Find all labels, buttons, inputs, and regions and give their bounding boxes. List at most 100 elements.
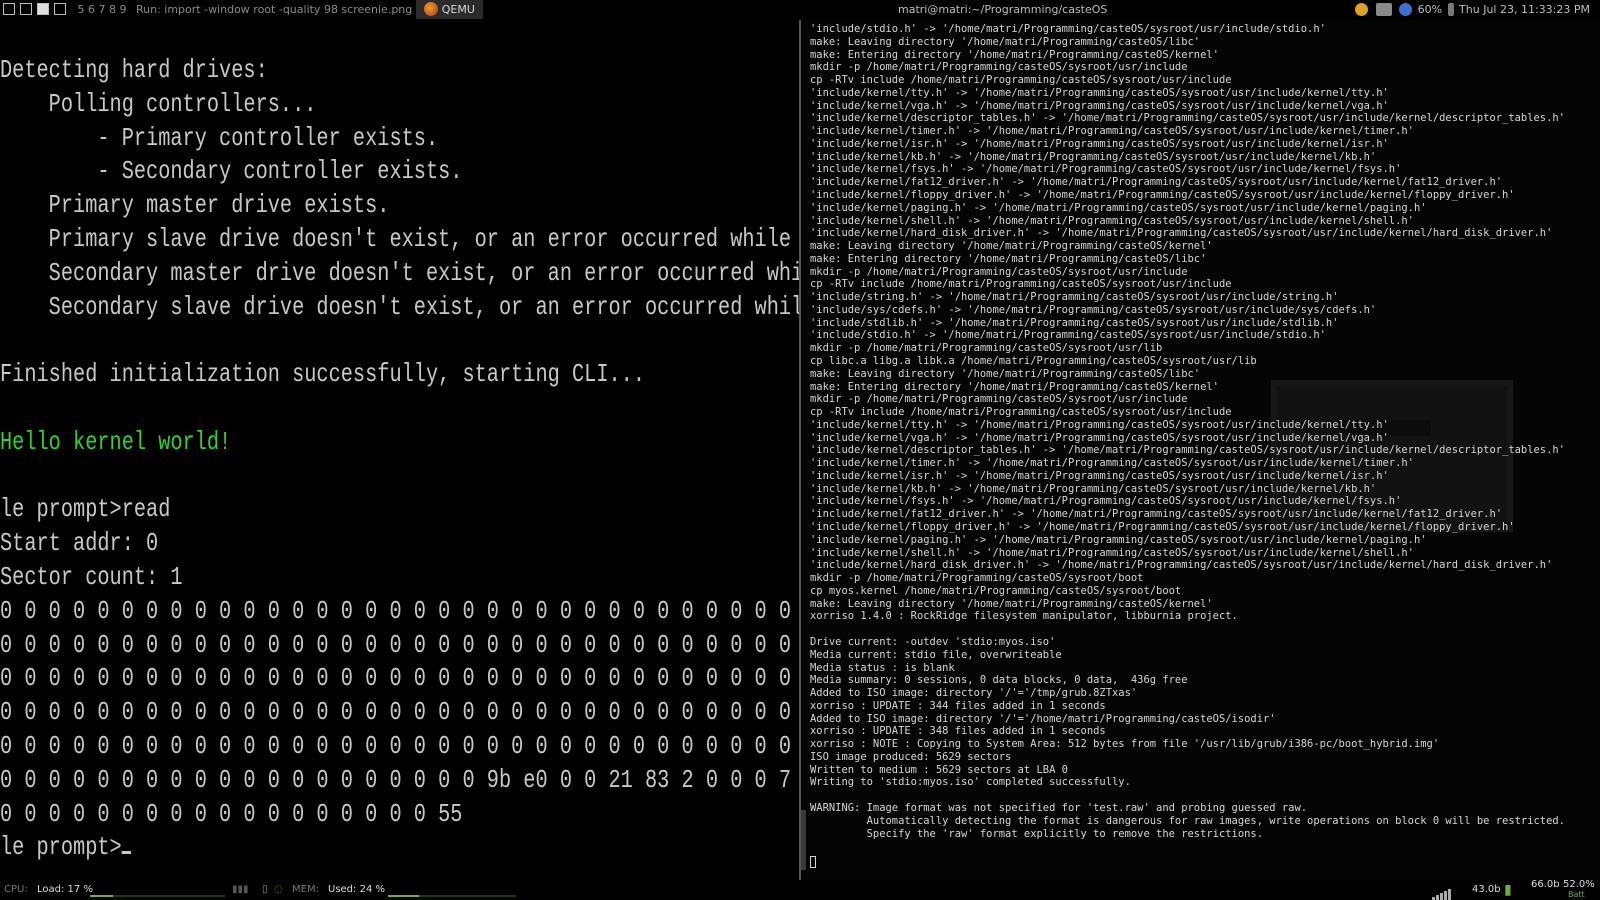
run-task-label[interactable]: Run: import -window root -quality 98 scr… <box>136 3 412 16</box>
terminal-output-line: 'include/kernel/tty.h' -> '/home/matri/P… <box>810 85 1389 99</box>
terminal-output-line: 'include/kernel/kb.h' -> '/home/matri/Pr… <box>810 149 1377 163</box>
terminal-output-line: Added to ISO image: directory '/'='/tmp/… <box>810 686 1138 700</box>
terminal-output-line: WARNING: Image format was not specified … <box>810 800 1308 814</box>
net-up-rate: 43.0b <box>1472 884 1501 895</box>
battery-sub-label: Batt <box>1568 890 1585 899</box>
terminal-output-line: Drive current: -outdev 'stdio:myos.iso' <box>810 634 1056 648</box>
workspace-4-button[interactable] <box>54 3 66 15</box>
terminal-output-line: mkdir -p /home/matri/Programming/casteOS… <box>810 264 1188 278</box>
terminal-output-line: 'include/kernel/isr.h' -> '/home/matri/P… <box>810 136 1389 150</box>
mem-gauge <box>388 895 419 897</box>
terminal-output-line: Media current: stdio file, overwriteable <box>810 647 1062 661</box>
terminal-output-line: cp myos.kernel /home/matri/Programming/c… <box>810 583 1182 597</box>
top-panel: 5 6 7 8 9 Run: import -window root -qual… <box>0 0 1600 19</box>
terminal-window[interactable]: 'include/stdio.h' -> '/home/matri/Progra… <box>801 20 1600 880</box>
terminal-output-line: 'include/stdio.h' -> '/home/matri/Progra… <box>810 22 1326 35</box>
terminal-scrollbar[interactable] <box>801 810 806 870</box>
terminal-output-line: 'include/kernel/kb.h' -> '/home/matri/Pr… <box>810 481 1377 495</box>
qemu-cursor-line: le prompt> <box>0 831 132 863</box>
terminal-output-line: make: Leaving directory '/home/matri/Pro… <box>810 34 1201 48</box>
clock[interactable]: Thu Jul 23, 11:33:23 PM <box>1459 3 1590 16</box>
net-arrow-icon: ▮ <box>1504 882 1512 898</box>
terminal-output-line: make: Leaving directory '/home/matri/Pro… <box>810 239 1213 253</box>
qemu-output-line: 0 0 0 0 0 0 0 0 0 0 0 0 0 0 0 0 0 0 0 0 … <box>0 697 792 728</box>
mem-refresh-icon: ◌ <box>274 884 283 895</box>
terminal-output-line: 'include/kernel/fat12_driver.h' -> '/hom… <box>810 507 1503 521</box>
qemu-output-line: 0 0 0 0 0 0 0 0 0 0 0 0 0 0 0 0 0 0 0 0 … <box>0 595 792 626</box>
terminal-output-line: Media summary: 0 sessions, 0 data blocks… <box>810 673 1188 687</box>
terminal-output-line: make: Entering directory '/home/matri/Pr… <box>810 251 1207 265</box>
terminal-output-line: 'include/kernel/shell.h' -> '/home/matri… <box>810 545 1414 559</box>
qemu-output-line: Finished initialization successfully, st… <box>0 359 646 390</box>
terminal-output-line: Media status : is blank <box>810 660 955 674</box>
terminal-output-line: 'include/kernel/hard_disk_driver.h' -> '… <box>810 558 1553 572</box>
bottom-panel: CPU: Load: 17 % ▮▮▮ ▯ ◌ MEM: Used: 24 % … <box>0 880 1600 900</box>
terminal-output-line: 'include/kernel/hard_disk_driver.h' -> '… <box>810 226 1553 240</box>
terminal-output-line: 'include/sys/cdefs.h' -> '/home/matri/Pr… <box>810 302 1377 316</box>
terminal-output-line: Automatically detecting the format is da… <box>810 813 1565 827</box>
terminal-output-line: 'include/string.h' -> '/home/matri/Progr… <box>810 290 1339 304</box>
battery-icon[interactable] <box>1447 3 1454 16</box>
qemu-output-line: - Primary controller exists. <box>0 122 439 153</box>
terminal-output-line: Added to ISO image: directory '/'='/home… <box>810 711 1276 725</box>
terminal-output-line: Writing to 'stdio:myos.iso' completed su… <box>810 775 1131 789</box>
terminal-output-line: 'include/kernel/paging.h' -> '/home/matr… <box>810 200 1427 214</box>
terminal-output-line: 'include/kernel/vga.h' -> '/home/matri/P… <box>810 430 1389 444</box>
cpu-load: Load: 17 % <box>37 884 93 895</box>
terminal-output-line: make: Entering directory '/home/matri/Pr… <box>810 47 1219 61</box>
terminal-output-line: 'include/kernel/shell.h' -> '/home/matri… <box>810 213 1414 227</box>
qemu-output-line: 0 0 0 0 0 0 0 0 0 0 0 0 0 0 0 0 0 0 0 0 … <box>0 629 792 660</box>
network-icon[interactable] <box>1355 3 1369 16</box>
qemu-icon <box>423 2 438 16</box>
terminal-output-line: 'include/kernel/floppy_driver.h' -> '/ho… <box>810 188 1515 201</box>
mem-label: MEM: <box>292 884 319 895</box>
cpu-label: CPU: <box>4 884 28 895</box>
terminal-output-line: 'include/kernel/tty.h' -> '/home/matri/P… <box>810 417 1389 431</box>
mem-chip-icon: ▯ <box>262 884 268 895</box>
terminal-output-line: cp -RTv include /home/matri/Programming/… <box>810 405 1232 419</box>
qemu-cursor <box>121 851 132 855</box>
terminal-output-line: mkdir -p /home/matri/Programming/casteOS… <box>810 60 1188 74</box>
qemu-output-line: Primary slave drive doesn't exist, or an… <box>48 224 792 254</box>
taskbar-left: 5 6 7 8 9 Run: import -window root -qual… <box>0 0 890 19</box>
terminal-output-line: 'include/kernel/timer.h' -> '/home/matri… <box>810 124 1414 138</box>
qemu-output-line: le prompt>read <box>0 494 171 525</box>
terminal-output-line: xorriso : UPDATE : 344 files added in 1 … <box>810 698 1106 712</box>
battery-percent: 60% <box>1417 3 1443 16</box>
terminal-output-line: mkdir -p /home/matri/Programming/casteOS… <box>810 571 1144 585</box>
workspace-3-button[interactable] <box>37 3 49 15</box>
terminal-output-line: xorriso : NOTE : Copying to System Area:… <box>810 737 1440 751</box>
terminal-output-line: ISO image produced: 5629 sectors <box>810 749 1012 763</box>
workspace-numbers[interactable]: 5 6 7 8 9 <box>78 0 127 19</box>
terminal-output-line: 'include/kernel/fat12_driver.h' -> '/hom… <box>810 175 1503 189</box>
terminal-output-line: 'include/kernel/descriptor_tables.h' -> … <box>810 111 1565 125</box>
qemu-output-line: Secondary slave drive doesn't exist, or … <box>48 291 799 322</box>
qemu-output-line: Primary master drive exists. <box>0 190 390 221</box>
qemu-output-line: - Secondary controller exists. <box>0 156 463 187</box>
workspace-2-button[interactable] <box>20 3 32 15</box>
qemu-output-line: Hello kernel world! <box>0 426 232 457</box>
terminal-output-line: make: Leaving directory '/home/matri/Pro… <box>810 366 1201 380</box>
window-title: matri@matri:~/Programming/casteOS <box>898 3 1108 16</box>
terminal-output-line: 'include/kernel/fsys.h' -> '/home/matri/… <box>810 494 1402 508</box>
mem-used: Used: 24 % <box>328 884 385 895</box>
workspace-1-button[interactable] <box>3 3 15 15</box>
terminal-output-line: xorriso : UPDATE : 348 files added in 1 … <box>810 724 1106 738</box>
qemu-output-line: Secondary master drive doesn't exist, or… <box>48 257 799 288</box>
display-icon[interactable] <box>1375 3 1392 16</box>
qemu-task-button[interactable]: QEMU <box>415 0 483 19</box>
terminal-output-line: 'include/kernel/descriptor_tables.h' -> … <box>810 443 1565 457</box>
qemu-window[interactable]: Detecting hard drives: Polling controlle… <box>0 20 799 880</box>
terminal-output-line: xorriso 1.4.0 : RockRidge filesystem man… <box>810 609 1238 623</box>
system-tray: 60% Thu Jul 23, 11:33:23 PM <box>1353 0 1600 19</box>
qemu-output-line: Start addr: 0 <box>0 528 159 559</box>
terminal-cursor <box>810 856 816 868</box>
update-icon[interactable] <box>1399 3 1413 16</box>
terminal-output-line: 'include/kernel/fsys.h' -> '/home/matri/… <box>810 162 1402 176</box>
terminal-output-line: Written to medium : 5629 sectors at LBA … <box>810 762 1068 776</box>
net-down-rate: 66.0b <box>1531 880 1560 890</box>
terminal-output-line: 'include/stdio.h' -> '/home/matri/Progra… <box>810 328 1326 342</box>
terminal-output-line: cp -RTv include /home/matri/Programming/… <box>810 73 1232 87</box>
qemu-output-line: 0 0 0 0 0 0 0 0 0 0 0 0 0 0 0 0 0 0 0 0 … <box>0 764 792 795</box>
qemu-output-line: 0 0 0 0 0 0 0 0 0 0 0 0 0 0 0 0 0 0 0 0 … <box>0 663 792 694</box>
